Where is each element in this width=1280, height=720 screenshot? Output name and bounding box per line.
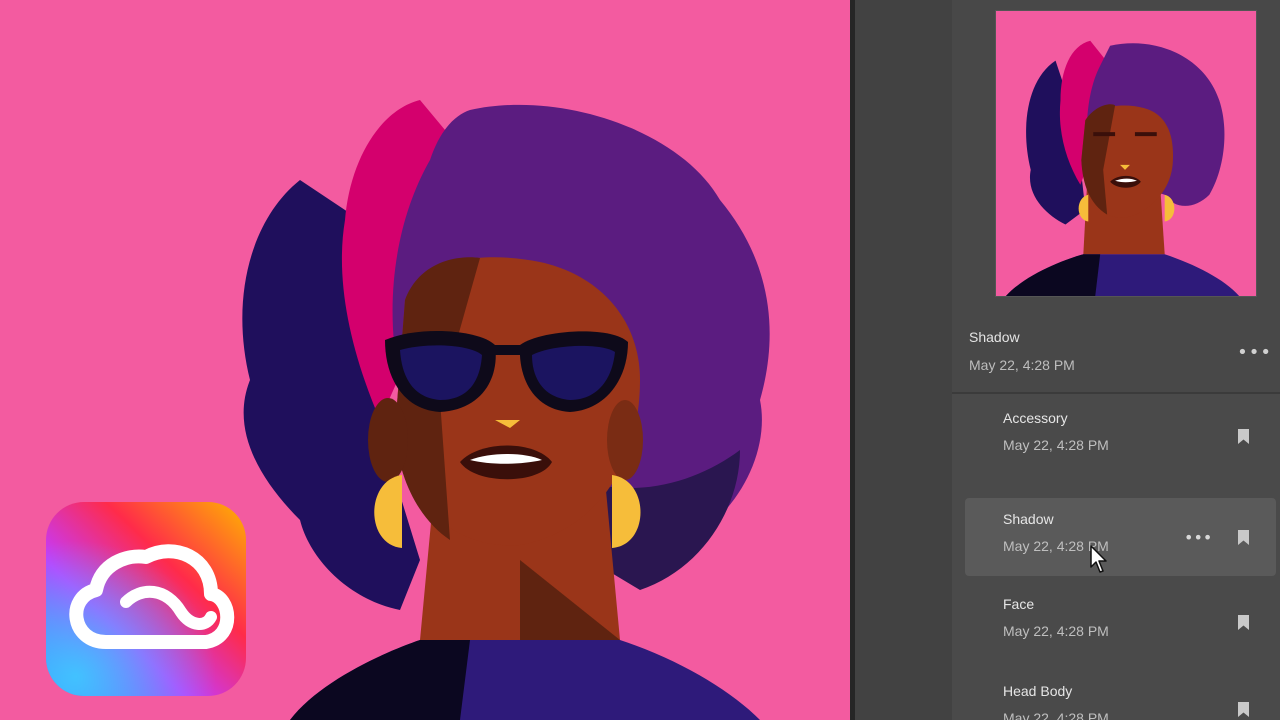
bookmark-icon[interactable] [1238,702,1249,717]
more-options-icon[interactable]: ••• [1237,342,1272,363]
current-version-name: Shadow [969,329,1020,345]
bookmark-icon[interactable] [1238,615,1249,630]
version-name: Accessory [1003,410,1068,426]
version-item-shadow[interactable]: Shadow May 22, 4:28 PM ••• [965,498,1276,576]
version-item-head-body[interactable]: Head Body May 22, 4:28 PM [965,670,1276,720]
section-divider [952,392,1280,394]
version-item-accessory[interactable]: Accessory May 22, 4:28 PM [965,397,1276,475]
version-date: May 22, 4:28 PM [1003,437,1109,453]
document-canvas[interactable] [0,0,850,720]
bookmark-icon[interactable] [1238,429,1249,444]
creative-cloud-icon [46,502,246,696]
version-date: May 22, 4:28 PM [1003,710,1109,720]
version-history-panel: Shadow May 22, 4:28 PM ••• Accessory May… [855,0,1280,720]
current-version-date: May 22, 4:28 PM [969,357,1075,373]
bookmark-icon[interactable] [1238,530,1249,545]
panel-gutter [855,0,952,720]
version-name: Shadow [1003,511,1054,527]
more-options-icon[interactable]: ••• [1184,528,1212,547]
version-item-face[interactable]: Face May 22, 4:28 PM [965,583,1276,661]
version-preview-thumbnail [995,10,1257,297]
version-name: Head Body [1003,683,1073,699]
pointer-cursor-icon [1090,545,1107,573]
version-date: May 22, 4:28 PM [1003,623,1109,639]
current-version-header[interactable]: Shadow May 22, 4:28 PM ••• [952,310,1280,392]
version-name: Face [1003,596,1035,612]
